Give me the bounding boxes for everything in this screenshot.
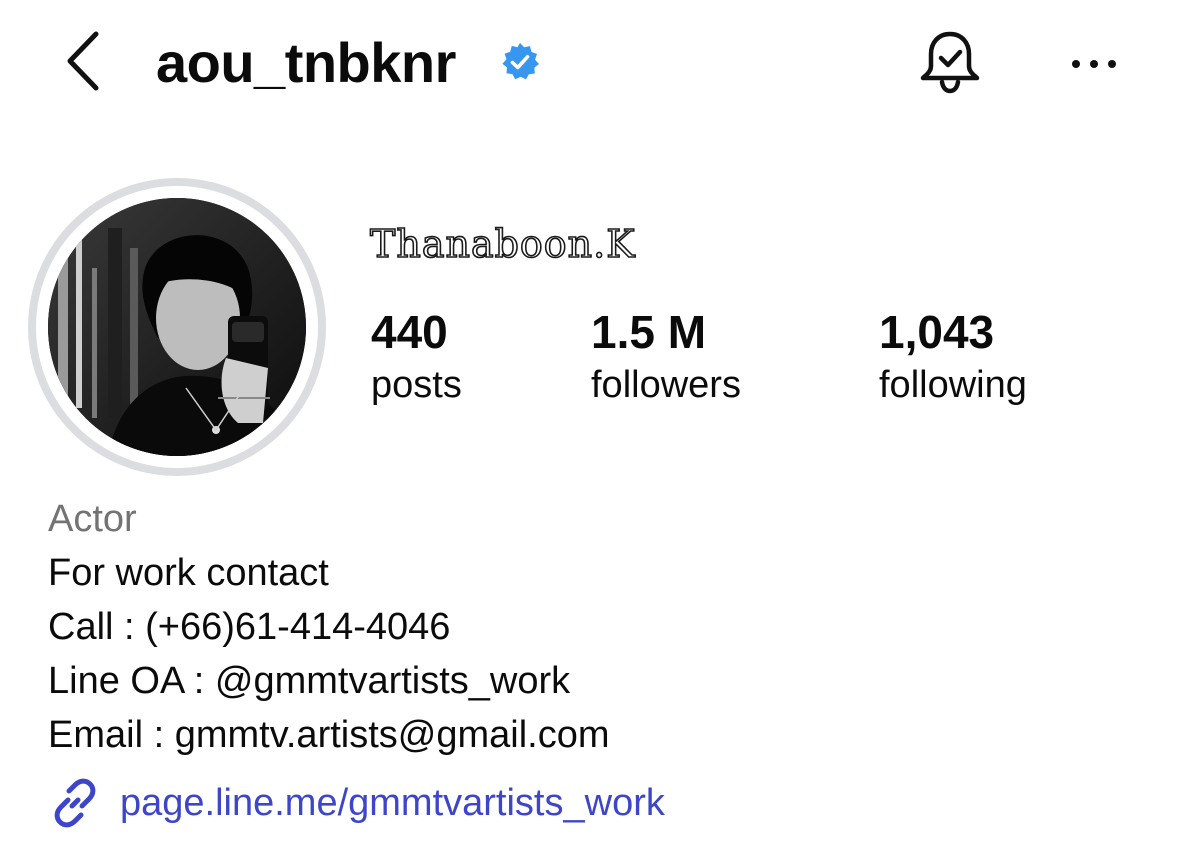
more-horizontal-icon [1072, 60, 1116, 68]
avatar-photo [48, 198, 306, 456]
stat-posts[interactable]: 440 posts [371, 304, 462, 408]
profile-link[interactable]: page.line.me/gmmtvartists_work [48, 774, 665, 832]
following-label: following [879, 364, 1027, 406]
notifications-button[interactable] [914, 28, 986, 100]
profile-bio: Actor For work contact Call : (+66)61-41… [48, 492, 610, 762]
bio-line: For work contact [48, 552, 329, 594]
bio-line-email: Email : gmmtv.artists@gmail.com [48, 714, 610, 756]
posts-count: 440 [371, 306, 448, 358]
profile-header: aou_tnbknr [0, 0, 1179, 130]
notification-bell-icon [920, 31, 980, 94]
back-button[interactable] [56, 28, 112, 94]
following-count: 1,043 [879, 306, 995, 358]
posts-label: posts [371, 364, 462, 406]
bio-category: Actor [48, 498, 137, 540]
more-options-button[interactable] [1064, 44, 1124, 84]
display-name: Thanaboon.K [369, 221, 636, 267]
stat-following[interactable]: 1,043 following [879, 304, 1027, 408]
stat-followers[interactable]: 1.5 M followers [591, 304, 741, 408]
profile-link-text[interactable]: page.line.me/gmmtvartists_work [120, 782, 665, 825]
followers-count: 1.5 M [591, 306, 707, 358]
profile-avatar[interactable] [48, 198, 306, 456]
verified-badge-icon [502, 43, 539, 80]
link-icon [54, 778, 96, 828]
chevron-left-icon [67, 31, 99, 91]
followers-label: followers [591, 364, 741, 406]
bio-line-line-oa: Line OA : @gmmtvartists_work [48, 660, 571, 702]
bio-line-phone: Call : (+66)61-414-4046 [48, 606, 451, 648]
profile-username: aou_tnbknr [156, 31, 456, 94]
